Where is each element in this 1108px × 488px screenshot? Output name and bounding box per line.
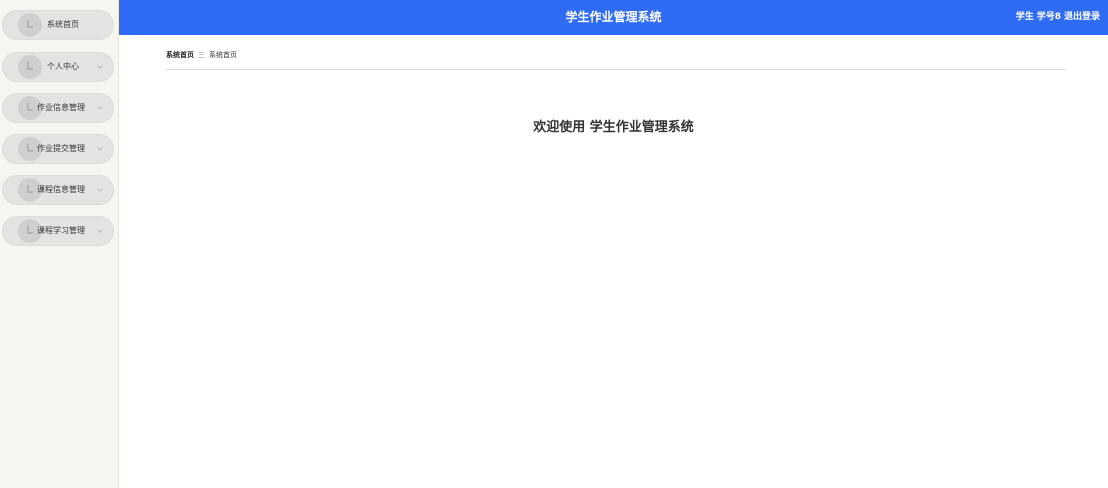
user-area: 学生 学号8 退出登录 (1013, 10, 1100, 24)
app-root: 系统首页 个人中心 作业信息管理 作业提交管理 课程信息管理 课程学习管理 学生… (0, 0, 1108, 488)
chevron-down-icon (97, 188, 103, 192)
sidebar-item-course-info[interactable]: 课程信息管理 (2, 175, 114, 205)
top-header: 学生作业管理系统 学生 学号8 退出登录 (119, 0, 1108, 35)
sidebar-item-label: 课程信息管理 (37, 185, 85, 194)
sidebar-item-homework-info[interactable]: 作业信息管理 (2, 93, 114, 123)
breadcrumb: 系统首页三系统首页 (166, 49, 237, 61)
breadcrumb-separator: 三 (198, 51, 205, 59)
chevron-down-icon (97, 106, 103, 110)
sidebar-item-label: 课程学习管理 (37, 226, 85, 235)
chevron-down-icon (97, 229, 103, 233)
sidebar-item-label: 作业提交管理 (37, 144, 85, 153)
sidebar-item-label: 系统首页 (47, 20, 79, 29)
user-name: 学号8 (1036, 12, 1061, 22)
breadcrumb-home[interactable]: 系统首页 (166, 51, 194, 59)
clock-icon (18, 13, 42, 37)
breadcrumb-divider (166, 69, 1066, 70)
chevron-down-icon (97, 147, 103, 151)
sidebar: 系统首页 个人中心 作业信息管理 作业提交管理 课程信息管理 课程学习管理 (0, 0, 119, 488)
sidebar-item-label: 个人中心 (47, 62, 79, 71)
welcome-message: 欢迎使用 学生作业管理系统 (533, 120, 694, 135)
breadcrumb-current: 系统首页 (209, 51, 237, 59)
user-role: 学生 (1015, 12, 1034, 22)
sidebar-item-personal-center[interactable]: 个人中心 (2, 52, 114, 82)
sidebar-item-homework-submission[interactable]: 作业提交管理 (2, 134, 114, 164)
chevron-down-icon (97, 65, 103, 69)
clock-icon (18, 55, 42, 79)
logout-link[interactable]: 退出登录 (1064, 12, 1100, 22)
sidebar-item-course-study[interactable]: 课程学习管理 (2, 216, 114, 246)
sidebar-item-home[interactable]: 系统首页 (2, 10, 114, 40)
app-title: 学生作业管理系统 (565, 10, 662, 24)
sidebar-item-label: 作业信息管理 (37, 103, 85, 112)
